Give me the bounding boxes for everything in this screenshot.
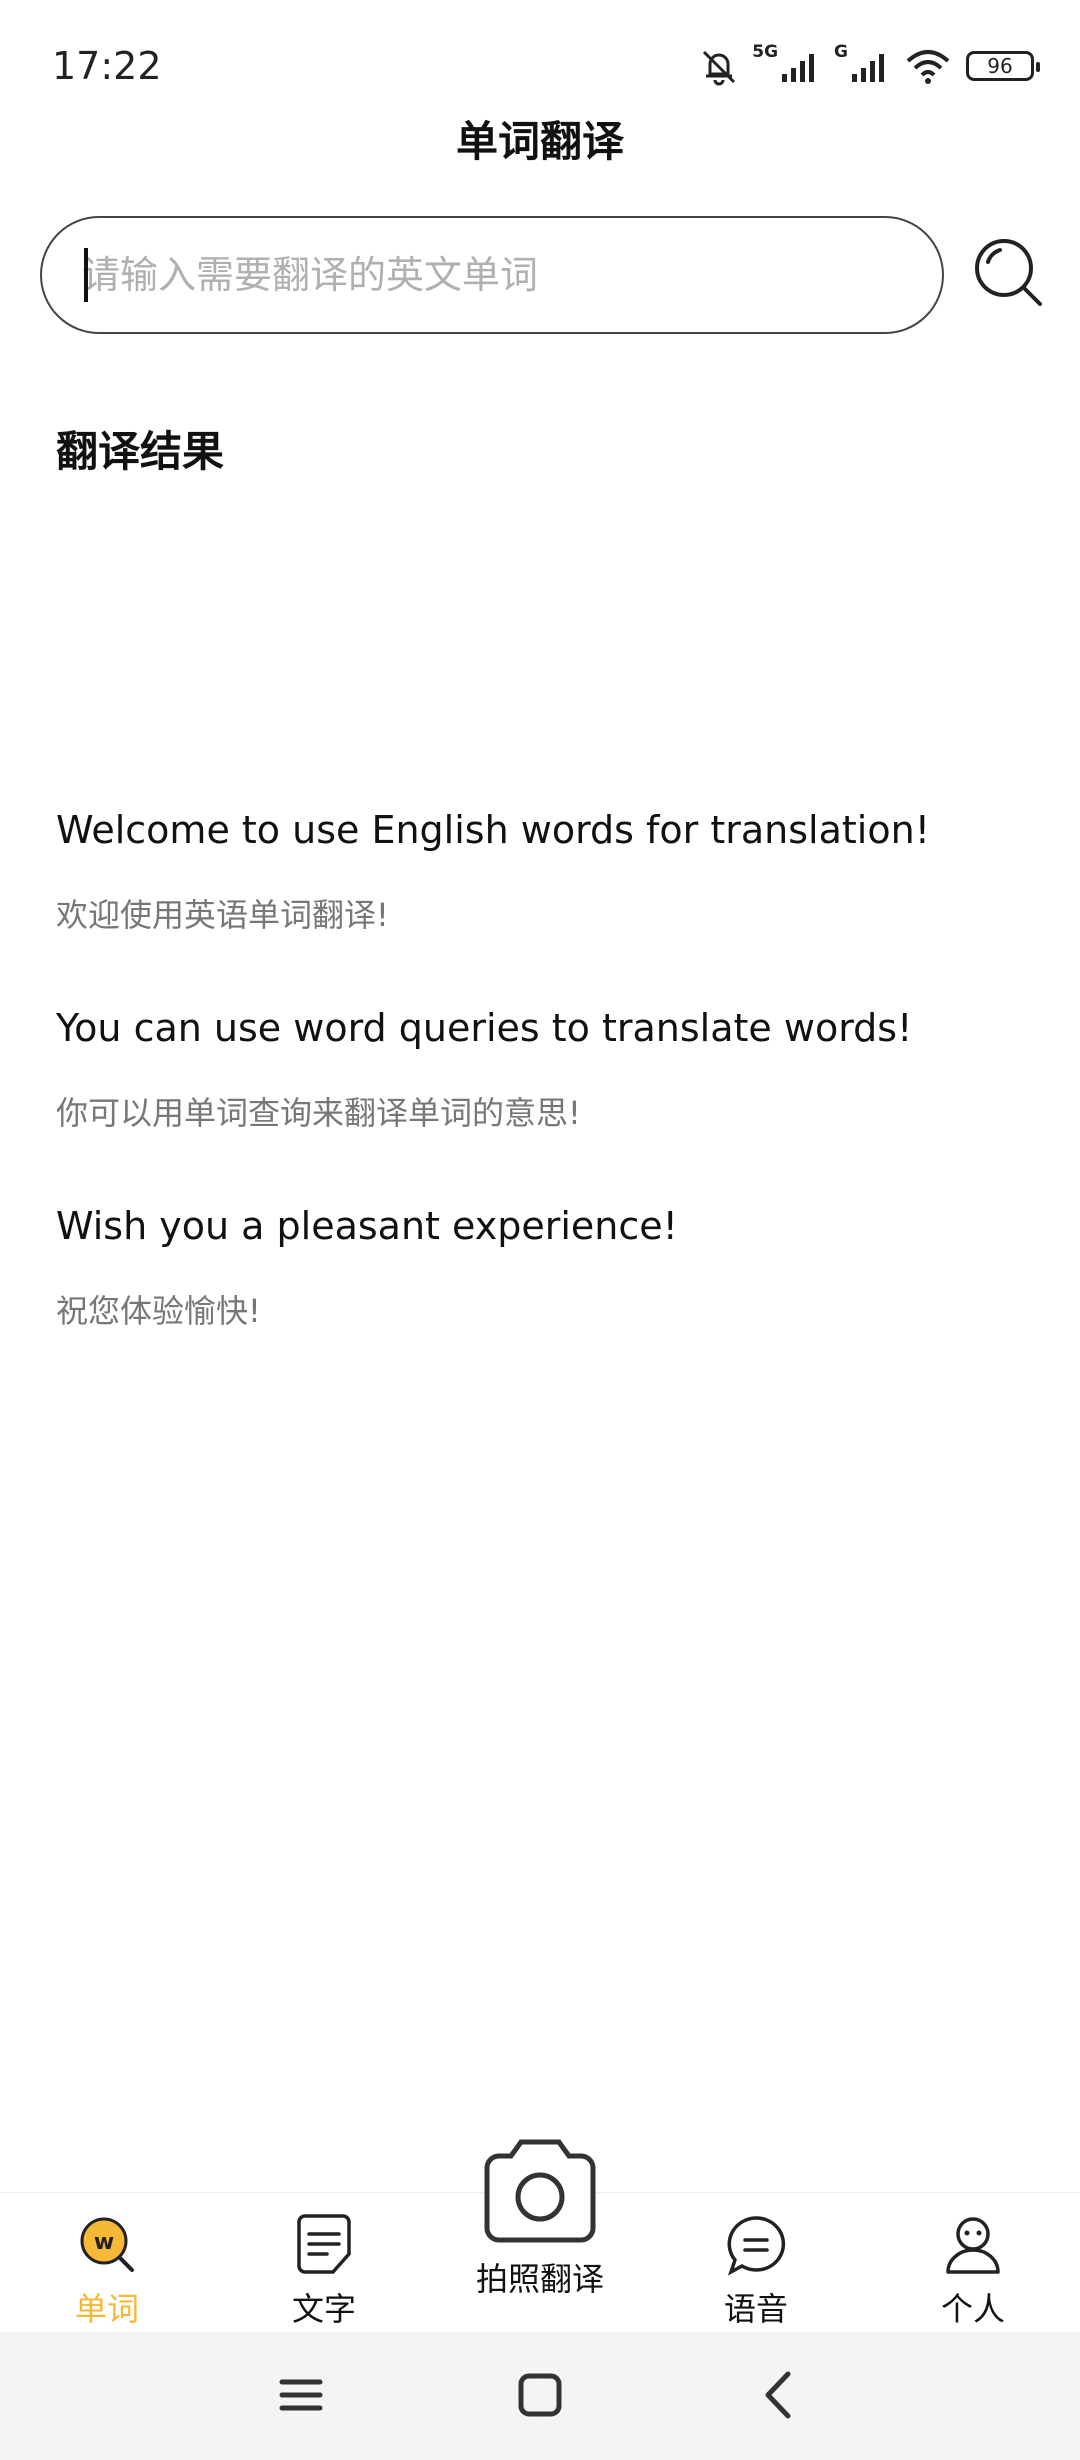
tab-label-voice: 语音 [723, 2290, 788, 2328]
message-zh: 祝您体验愉快! [56, 1292, 261, 1330]
search-input[interactable] [82, 218, 912, 332]
tab-voice[interactable]: 语音 [681, 2214, 831, 2332]
search-box[interactable] [40, 216, 944, 334]
menu-icon[interactable] [266, 2360, 336, 2430]
tab-label-word: 单词 [74, 2290, 139, 2328]
tab-label-profile: 个人 [940, 2290, 1005, 2328]
bell-off-icon [703, 50, 736, 86]
text-caret [84, 248, 88, 302]
tab-text[interactable]: 文字 [249, 2214, 399, 2332]
document-icon [297, 2214, 351, 2274]
battery-level: 96 [987, 54, 1013, 78]
message-en: Welcome to use English words for transla… [56, 808, 930, 852]
word-search-icon: w [80, 2217, 134, 2272]
word-badge-letter: w [94, 2230, 114, 2255]
status-time: 17:22 [52, 44, 162, 88]
tab-photo-translate[interactable]: 拍照翻译 [460, 2136, 620, 2332]
back-icon[interactable] [744, 2360, 814, 2430]
wifi-icon [906, 50, 950, 84]
search-icon [975, 239, 1042, 306]
battery-icon: 96 [966, 51, 1040, 81]
page-title: 单词翻译 [455, 117, 624, 166]
tab-word[interactable]: w 单词 [32, 2214, 182, 2332]
system-nav-bar [0, 2332, 1080, 2460]
camera-icon [484, 2139, 596, 2243]
tab-label-photo-translate: 拍照翻译 [475, 2260, 604, 2298]
result-heading: 翻译结果 [56, 427, 225, 476]
signal-label-g: G [834, 42, 848, 62]
message-zh: 欢迎使用英语单词翻译! [56, 896, 389, 934]
tab-label-text: 文字 [291, 2290, 356, 2328]
person-icon [946, 2217, 1000, 2274]
chat-bubble-icon [727, 2216, 786, 2276]
signal-icon [852, 54, 884, 82]
search-button[interactable] [972, 236, 1050, 314]
message-en: Wish you a pleasant experience! [56, 1204, 678, 1248]
status-icons: 5G G 96 [700, 42, 1040, 90]
home-icon[interactable] [505, 2360, 575, 2430]
message-en: You can use word queries to translate wo… [56, 1006, 913, 1050]
tab-profile[interactable]: 个人 [898, 2214, 1048, 2332]
signal-icon [782, 54, 815, 82]
message-zh: 你可以用单词查询来翻译单词的意思! [56, 1094, 581, 1132]
signal-label-5g: 5G [752, 42, 779, 62]
